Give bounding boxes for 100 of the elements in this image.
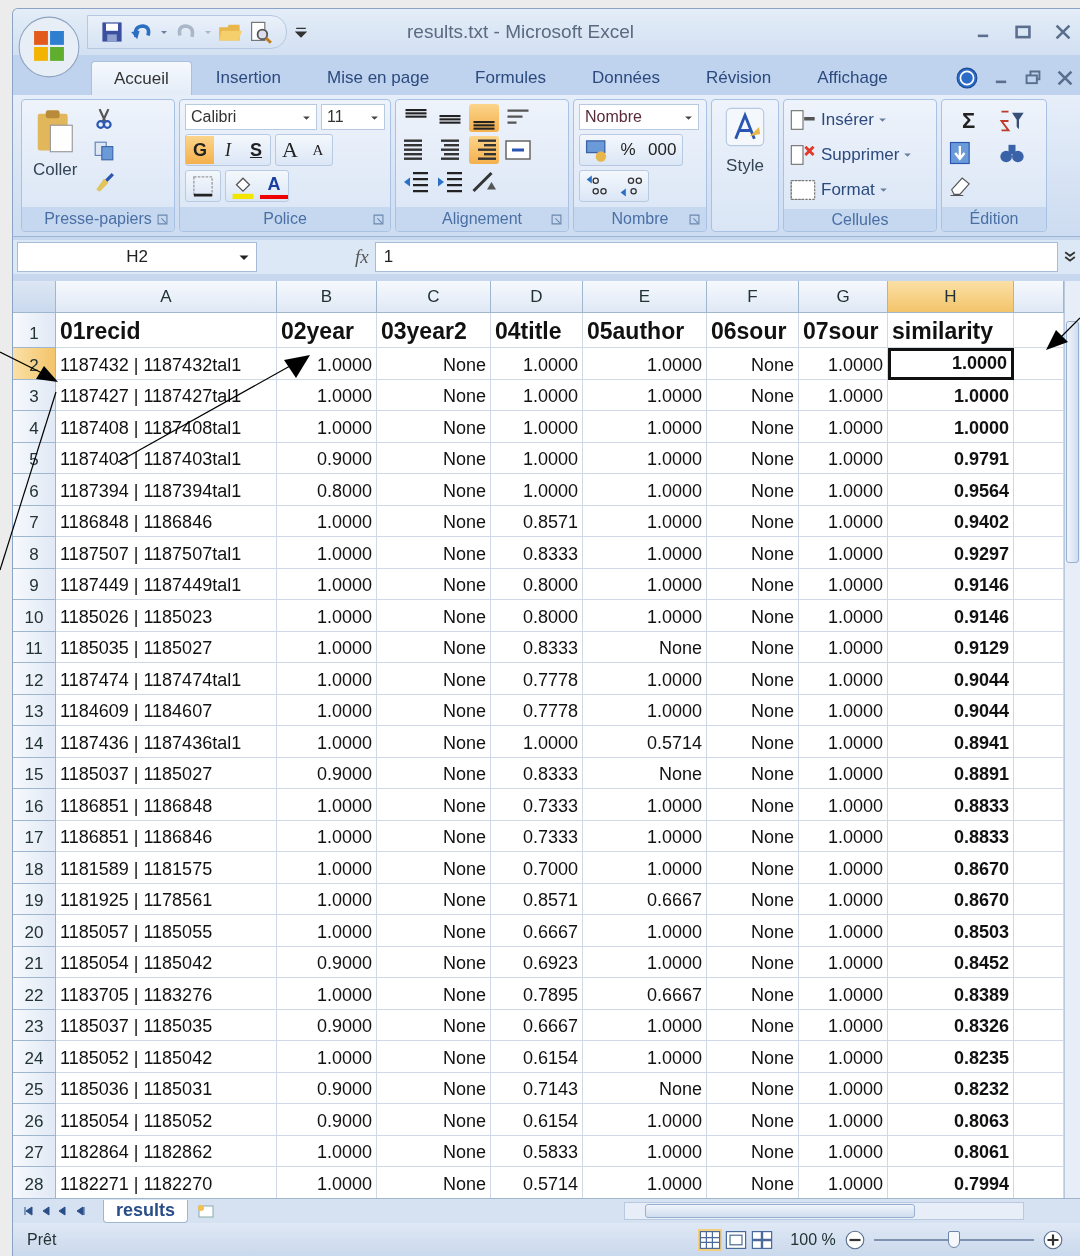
row-header[interactable]: 12 [13, 663, 56, 695]
row-header[interactable]: 16 [13, 789, 56, 821]
grow-font-button[interactable]: A [276, 136, 304, 164]
expand-icon[interactable] [1064, 251, 1076, 263]
sheet-tab[interactable]: results [103, 1199, 189, 1223]
table-cell: None [583, 757, 707, 789]
ribbon-tab[interactable]: Révision [684, 61, 794, 95]
help-icon[interactable] [956, 67, 978, 89]
font-style-button[interactable]: G [186, 136, 214, 164]
row-header[interactable]: 21 [13, 946, 56, 978]
ribbon-tab[interactable]: Formules [453, 61, 568, 95]
row-header[interactable]: 14 [13, 726, 56, 758]
column-header[interactable]: G [799, 281, 888, 313]
table-cell: 1.0000 [277, 1135, 377, 1167]
font-size-dropdown[interactable]: 11 [321, 104, 385, 130]
cells-menu-button[interactable]: Supprimer [789, 139, 931, 170]
column-header[interactable]: F [707, 281, 799, 313]
row-header[interactable]: 1 [13, 313, 56, 348]
font-style-button[interactable]: S [242, 136, 270, 164]
brush-icon[interactable] [93, 172, 116, 194]
autosum-button[interactable]: Σ [947, 108, 990, 134]
copy-icon[interactable] [93, 140, 116, 162]
row-header[interactable]: 20 [13, 915, 56, 947]
font-family-dropdown[interactable]: Calibri [185, 104, 317, 130]
font-style-button[interactable]: I [214, 136, 242, 164]
table-cell: 1181925 | 1178561 [56, 883, 277, 915]
column-header[interactable]: A [56, 281, 277, 313]
table-cell: 05author [583, 313, 707, 348]
caret-icon[interactable] [160, 28, 168, 36]
table-cell: None [377, 411, 491, 443]
cells-menu-button[interactable]: Format [789, 174, 931, 205]
row-header[interactable]: 27 [13, 1135, 56, 1167]
ribbon-tab[interactable]: Insertion [193, 61, 303, 95]
table-cell: 1.0000 [583, 474, 707, 506]
row-header[interactable]: 11 [13, 631, 56, 663]
ribbon-tab[interactable]: Accueil [91, 61, 192, 95]
row-header[interactable]: 8 [13, 537, 56, 569]
zoom-in-icon[interactable] [1041, 1229, 1064, 1251]
normal-view-icon[interactable] [698, 1229, 723, 1251]
ribbon-tab[interactable]: Données [569, 61, 682, 95]
row-header[interactable]: 26 [13, 1104, 56, 1136]
row-header[interactable]: 18 [13, 852, 56, 884]
table-cell: 1187507 | 1187507tal1 [56, 537, 277, 569]
percent-button[interactable]: % [614, 136, 642, 164]
table-cell: 1.0000 [799, 568, 888, 600]
horizontal-scrollbar[interactable] [624, 1202, 1025, 1220]
table-cell: 0.8670 [888, 883, 1014, 915]
row-header[interactable]: 22 [13, 978, 56, 1010]
row-header[interactable]: 23 [13, 1009, 56, 1041]
page-break-icon[interactable] [750, 1229, 775, 1251]
row-header[interactable]: 9 [13, 568, 56, 600]
column-header[interactable]: H [888, 281, 1014, 313]
formula-input[interactable]: 1 [374, 242, 1058, 272]
table-cell: 0.6154 [491, 1104, 583, 1136]
shrink-font-button[interactable]: A [304, 136, 332, 164]
row-header[interactable]: 13 [13, 694, 56, 726]
thousands-button[interactable]: 000 [642, 136, 683, 164]
row-header[interactable]: 25 [13, 1072, 56, 1104]
number-format-dropdown[interactable]: Nombre [579, 104, 699, 130]
table-cell: None [707, 663, 799, 695]
close-icon[interactable] [1056, 69, 1074, 87]
vertical-scrollbar[interactable] [1064, 281, 1080, 1198]
row-header[interactable]: 7 [13, 505, 56, 537]
horizontal-align-icon[interactable] [469, 136, 499, 164]
row-header[interactable]: 17 [13, 820, 56, 852]
page-layout-icon[interactable] [724, 1229, 749, 1251]
cells-menu-button[interactable]: Insérer [789, 104, 931, 135]
row-header[interactable]: 6 [13, 474, 56, 506]
save-icon[interactable] [100, 20, 124, 44]
row-header[interactable]: 4 [13, 411, 56, 443]
row-header[interactable]: 19 [13, 883, 56, 915]
row-header[interactable]: 15 [13, 757, 56, 789]
insert-function-button[interactable]: fx [355, 246, 369, 268]
table-cell: 1.0000 [799, 1104, 888, 1136]
table-cell: 1.0000 [799, 537, 888, 569]
restore-icon[interactable] [1024, 69, 1042, 87]
column-header[interactable]: C [377, 281, 491, 313]
table-cell: 0.8333 [491, 631, 583, 663]
zoom-level[interactable]: 100 % [790, 1231, 836, 1249]
customize-caret-icon[interactable] [295, 26, 307, 38]
row-header[interactable]: 28 [13, 1167, 56, 1199]
vertical-align-icon[interactable] [469, 104, 499, 132]
row-header[interactable]: 24 [13, 1041, 56, 1073]
column-header[interactable]: E [583, 281, 707, 313]
table-cell: 1.0000 [799, 631, 888, 663]
style-button[interactable]: Style [722, 104, 768, 227]
print-preview-icon[interactable] [248, 20, 272, 44]
maximize-icon[interactable] [1014, 23, 1032, 41]
zoom-out-icon[interactable] [843, 1229, 866, 1251]
name-box[interactable]: H2 [17, 242, 257, 272]
ribbon-tab[interactable]: Affichage [795, 61, 910, 95]
close-icon[interactable] [1054, 23, 1072, 41]
column-header[interactable]: D [491, 281, 583, 313]
row-header[interactable]: 10 [13, 600, 56, 632]
slider-thumb[interactable] [947, 1231, 960, 1248]
column-header[interactable]: B [277, 281, 377, 313]
row-header[interactable]: 3 [13, 379, 56, 411]
sort-filter-icon[interactable] [998, 108, 1026, 134]
paste-button[interactable]: Coller [27, 104, 84, 184]
ribbon-tab[interactable]: Mise en page [305, 61, 452, 95]
